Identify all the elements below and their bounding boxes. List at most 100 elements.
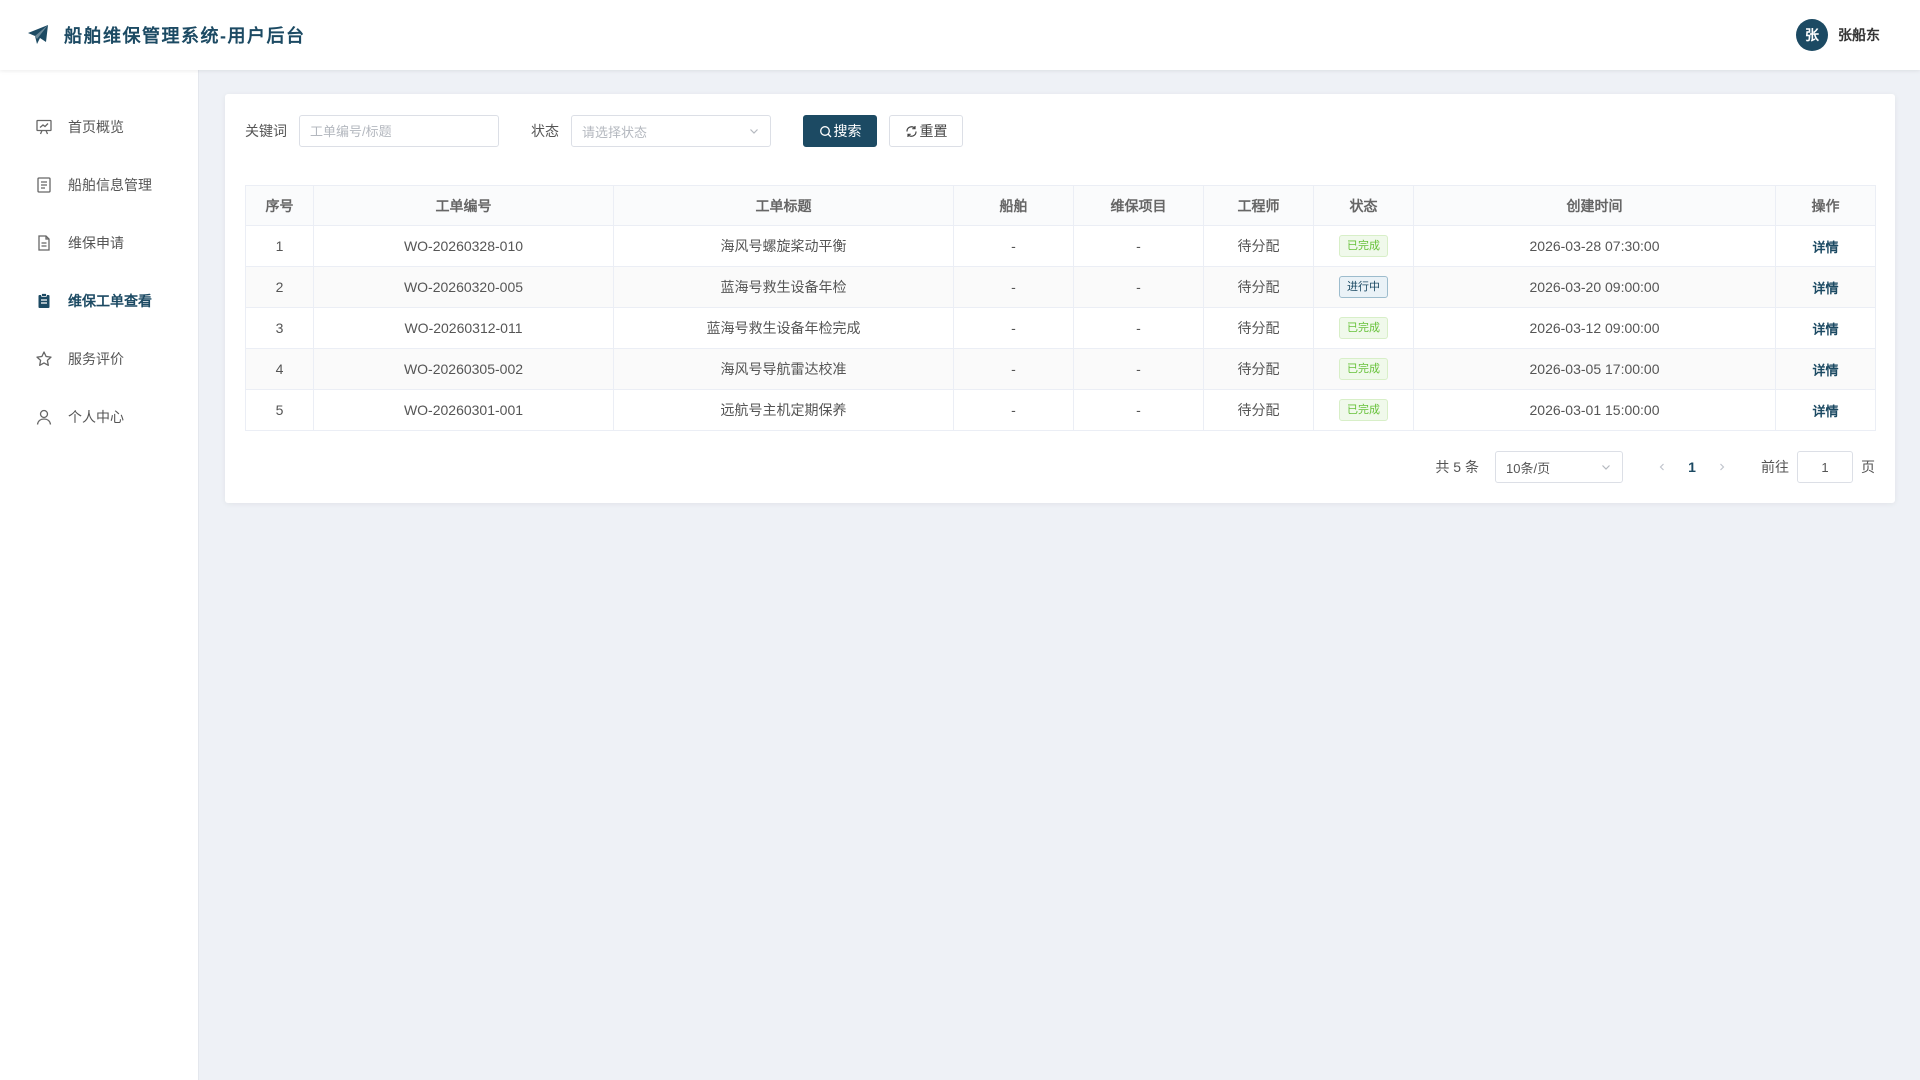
row-index: 5 [245, 389, 314, 431]
status-select-placeholder: 请选择状态 [582, 124, 648, 140]
top-header: 船舶维保管理系统-用户后台 张 张船东 [0, 0, 1920, 70]
table-row: 1 WO-20260328-010 海风号螺旋桨动平衡 - - 待分配 已完成 2026-03… [245, 225, 1876, 267]
action-cell: 详情 [1775, 389, 1876, 431]
chevron-right-icon [1720, 463, 1725, 471]
chevron-down-icon [1600, 461, 1612, 473]
sidebar-item-label: 首页概览 [68, 119, 124, 135]
sidebar-item-overview[interactable]: 首页概览 [0, 98, 198, 156]
created-time-cell: 2026-03-28 07:30:00 [1413, 225, 1776, 267]
sidebar-item-profile[interactable]: 个人中心 [0, 388, 198, 446]
maintenance-item-cell: - [1073, 266, 1204, 308]
engineer-cell: 待分配 [1203, 389, 1314, 431]
maintenance-item-cell: - [1073, 225, 1204, 267]
reset-button[interactable]: 重置 [889, 115, 963, 147]
work-order-title: 海风号导航雷达校准 [613, 348, 954, 390]
engineer-cell: 待分配 [1203, 307, 1314, 349]
avatar[interactable]: 张 [1796, 19, 1828, 51]
status-badge: 进行中 [1339, 276, 1388, 298]
work-order-code: WO-20260320-005 [313, 266, 614, 308]
status-badge: 已完成 [1339, 399, 1388, 421]
engineer-cell: 待分配 [1203, 225, 1314, 267]
document-edit-icon [35, 234, 53, 252]
search-button[interactable]: 搜索 [803, 115, 877, 147]
filter-bar: 关键词 状态 请选择状态 搜索 重置 [245, 115, 963, 147]
status-cell: 已完成 [1313, 225, 1414, 267]
action-cell: 详情 [1775, 225, 1876, 267]
page-number[interactable]: 1 [1677, 459, 1707, 475]
prev-page-button[interactable] [1647, 462, 1677, 472]
work-order-title: 海风号螺旋桨动平衡 [613, 225, 954, 267]
sidebar-item-label: 个人中心 [68, 409, 124, 425]
maintenance-item-cell: - [1073, 389, 1204, 431]
status-badge: 已完成 [1339, 317, 1388, 339]
user-name[interactable]: 张船东 [1838, 25, 1880, 45]
status-cell: 已完成 [1313, 307, 1414, 349]
ship-cell: - [953, 348, 1074, 390]
paper-plane-icon [26, 23, 50, 47]
search-button-label: 搜索 [833, 123, 862, 139]
engineer-cell: 待分配 [1203, 266, 1314, 308]
total-count: 共 5 条 [1435, 459, 1479, 475]
user-menu[interactable]: 张 张船东 [1796, 19, 1880, 51]
row-index: 4 [245, 348, 314, 390]
action-cell: 详情 [1775, 348, 1876, 390]
work-order-code: WO-20260312-011 [313, 307, 614, 349]
sidebar-item-maintenance-request[interactable]: 维保申请 [0, 214, 198, 272]
page-size-select[interactable]: 10条/页 [1495, 451, 1623, 483]
table-row: 3 WO-20260312-011 蓝海号救生设备年检完成 - - 待分配 已完成 2026-… [245, 307, 1876, 349]
sidebar-item-service-review[interactable]: 服务评价 [0, 330, 198, 388]
status-cell: 已完成 [1313, 348, 1414, 390]
column-header: 状态 [1313, 185, 1414, 226]
column-header: 维保项目 [1073, 185, 1204, 226]
work-order-card: 关键词 状态 请选择状态 搜索 重置 [225, 94, 1895, 503]
column-header: 船舶 [953, 185, 1074, 226]
keyword-label: 关键词 [245, 123, 287, 139]
app-title: 船舶维保管理系统-用户后台 [64, 26, 306, 46]
goto-page-input[interactable] [1797, 451, 1853, 483]
table-header-row: 序号 工单编号 工单标题 船舶 维保项目 工程师 状态 创建时间 操作 [245, 185, 1876, 226]
table-row: 5 WO-20260301-001 远航号主机定期保养 - - 待分配 已完成 2026-03… [245, 389, 1876, 431]
created-time-cell: 2026-03-05 17:00:00 [1413, 348, 1776, 390]
action-cell: 详情 [1775, 266, 1876, 308]
column-header: 操作 [1775, 185, 1876, 226]
created-time-cell: 2026-03-01 15:00:00 [1413, 389, 1776, 431]
sidebar-item-label: 维保申请 [68, 235, 124, 251]
search-icon [819, 125, 834, 138]
detail-link[interactable]: 详情 [1812, 363, 1838, 378]
status-cell: 已完成 [1313, 389, 1414, 431]
column-header: 创建时间 [1413, 185, 1776, 226]
sidebar-item-label: 船舶信息管理 [68, 177, 152, 193]
table-row: 4 WO-20260305-002 海风号导航雷达校准 - - 待分配 已完成 2026-03… [245, 348, 1876, 390]
sidebar-item-label: 服务评价 [68, 351, 124, 367]
detail-link[interactable]: 详情 [1812, 322, 1838, 337]
row-index: 2 [245, 266, 314, 308]
ship-cell: - [953, 266, 1074, 308]
detail-link[interactable]: 详情 [1812, 404, 1838, 419]
reset-button-label: 重置 [919, 123, 948, 139]
chevron-left-icon [1659, 463, 1664, 471]
column-header: 序号 [245, 185, 314, 226]
next-page-button[interactable] [1707, 462, 1737, 472]
ship-cell: - [953, 225, 1074, 267]
status-cell: 进行中 [1313, 266, 1414, 308]
detail-link[interactable]: 详情 [1812, 240, 1838, 255]
engineer-cell: 待分配 [1203, 348, 1314, 390]
work-order-title: 蓝海号救生设备年检完成 [613, 307, 954, 349]
column-header: 工单标题 [613, 185, 954, 226]
row-index: 1 [245, 225, 314, 267]
table-row: 2 WO-20260320-005 蓝海号救生设备年检 - - 待分配 进行中 2026-03… [245, 266, 1876, 308]
status-label: 状态 [531, 123, 559, 139]
status-badge: 已完成 [1339, 235, 1388, 257]
sidebar-item-label: 维保工单查看 [68, 293, 152, 309]
column-header: 工单编号 [313, 185, 614, 226]
work-order-title: 远航号主机定期保养 [613, 389, 954, 431]
status-select[interactable]: 请选择状态 [571, 115, 771, 147]
detail-link[interactable]: 详情 [1812, 281, 1838, 296]
sidebar-item-work-orders[interactable]: 维保工单查看 [0, 272, 198, 330]
sidebar-item-ship-info[interactable]: 船舶信息管理 [0, 156, 198, 214]
maintenance-item-cell: - [1073, 348, 1204, 390]
page-unit-label: 页 [1861, 459, 1875, 475]
pagination: 共 5 条 10条/页 1 前往 页 [1435, 451, 1875, 483]
work-order-code: WO-20260301-001 [313, 389, 614, 431]
keyword-input[interactable] [299, 115, 499, 147]
